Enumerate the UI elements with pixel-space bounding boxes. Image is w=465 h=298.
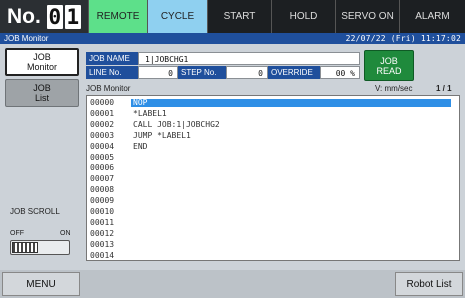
job-monitor-label: JOB Monitor: [86, 84, 131, 93]
job-line[interactable]: 00010: [87, 207, 459, 217]
toggle-off-label: OFF: [10, 230, 24, 237]
status-start: START: [207, 0, 271, 33]
datetime: 22/07/22 (Fri) 11:17:02: [345, 34, 461, 43]
line-number: 00004: [90, 141, 115, 151]
status-hold: HOLD: [271, 0, 335, 33]
nav-job-monitor-label: JOB Monitor: [26, 52, 57, 72]
step-no-label: STEP No.: [178, 66, 226, 79]
line-number: 00009: [90, 196, 115, 206]
job-line[interactable]: 00007: [87, 174, 459, 184]
nav-job-monitor-button[interactable]: JOB Monitor: [5, 48, 79, 76]
step-no-value: 0: [226, 66, 268, 79]
job-line[interactable]: 00012: [87, 229, 459, 239]
line-number: 00005: [90, 152, 115, 162]
job-line[interactable]: 00009: [87, 196, 459, 206]
unit-digit: 0: [46, 4, 63, 29]
job-line[interactable]: 00005: [87, 153, 459, 163]
status-bar: No. 0 1 REMOTE CYCLE START HOLD SERVO ON…: [0, 0, 465, 33]
speed-unit: V: mm/sec: [375, 84, 413, 93]
job-line[interactable]: 00011: [87, 218, 459, 228]
job-name-label: JOB NAME: [86, 52, 138, 65]
menu-button[interactable]: MENU: [2, 272, 80, 296]
job-line[interactable]: 00006: [87, 163, 459, 173]
line-number: 00001: [90, 108, 115, 118]
line-no-label: LINE No.: [86, 66, 138, 79]
selected-line-highlight: [131, 99, 451, 107]
status-cycle: CYCLE: [147, 0, 207, 33]
unit-number-label: No.: [7, 4, 41, 28]
override-value: 00 %: [320, 66, 360, 79]
line-no-value: 0: [138, 66, 178, 79]
line-number: 00002: [90, 119, 115, 129]
line-number: 00012: [90, 228, 115, 238]
job-line[interactable]: 00014: [87, 250, 459, 260]
line-code: END: [133, 141, 148, 151]
robot-list-button[interactable]: Robot List: [395, 272, 463, 296]
page-indicator: 1 / 1: [436, 84, 452, 93]
line-number: 00003: [90, 130, 115, 140]
unit-number: No. 0 1: [0, 0, 88, 33]
job-read-label: JOB READ: [376, 55, 402, 76]
line-number: 00006: [90, 163, 115, 173]
job-scroll-label: JOB SCROLL: [10, 207, 60, 216]
job-line[interactable]: 00001 *LABEL1: [87, 109, 459, 119]
job-line[interactable]: 00002 CALL JOB:1|JOBCHG2: [87, 120, 459, 130]
status-remote: REMOTE: [88, 0, 147, 33]
line-code: *LABEL1: [133, 108, 167, 118]
status-alarm: ALARM: [399, 0, 465, 33]
line-number: 00000: [90, 98, 115, 107]
job-line[interactable]: 00013: [87, 240, 459, 250]
line-code: NOP: [133, 98, 148, 107]
line-code: JUMP *LABEL1: [133, 130, 191, 140]
line-number: 00008: [90, 185, 115, 195]
line-number: 00011: [90, 217, 115, 227]
page-title: JOB Monitor: [4, 34, 49, 43]
job-read-button[interactable]: JOB READ: [364, 50, 414, 81]
line-code: CALL JOB:1|JOBCHG2: [133, 119, 220, 129]
job-line[interactable]: 00004 END: [87, 142, 459, 152]
toggle-on-label: ON: [60, 230, 71, 237]
line-number: 00013: [90, 239, 115, 249]
line-number: 00010: [90, 207, 115, 216]
job-name-value: 1|JOBCHG1: [138, 52, 360, 65]
job-line[interactable]: 00000 NOP: [87, 98, 459, 108]
job-line[interactable]: 00003 JUMP *LABEL1: [87, 131, 459, 141]
nav-job-list-label: JOB List: [33, 83, 51, 103]
line-number: 00014: [90, 250, 115, 260]
status-servo-on: SERVO ON: [335, 0, 399, 33]
job-line[interactable]: 00008: [87, 185, 459, 195]
title-bar: JOB Monitor 22/07/22 (Fri) 11:17:02: [0, 33, 465, 44]
job-scroll-toggle[interactable]: [10, 240, 70, 255]
line-number: 00007: [90, 174, 115, 184]
toggle-knob[interactable]: [12, 242, 38, 253]
nav-job-list-button[interactable]: JOB List: [5, 79, 79, 107]
unit-digit: 1: [64, 4, 81, 29]
override-label: OVERRIDE: [268, 66, 320, 79]
job-listing[interactable]: 00000 NOP 00001 *LABEL1 00002 CALL JOB:1|JOBC…: [86, 95, 460, 261]
